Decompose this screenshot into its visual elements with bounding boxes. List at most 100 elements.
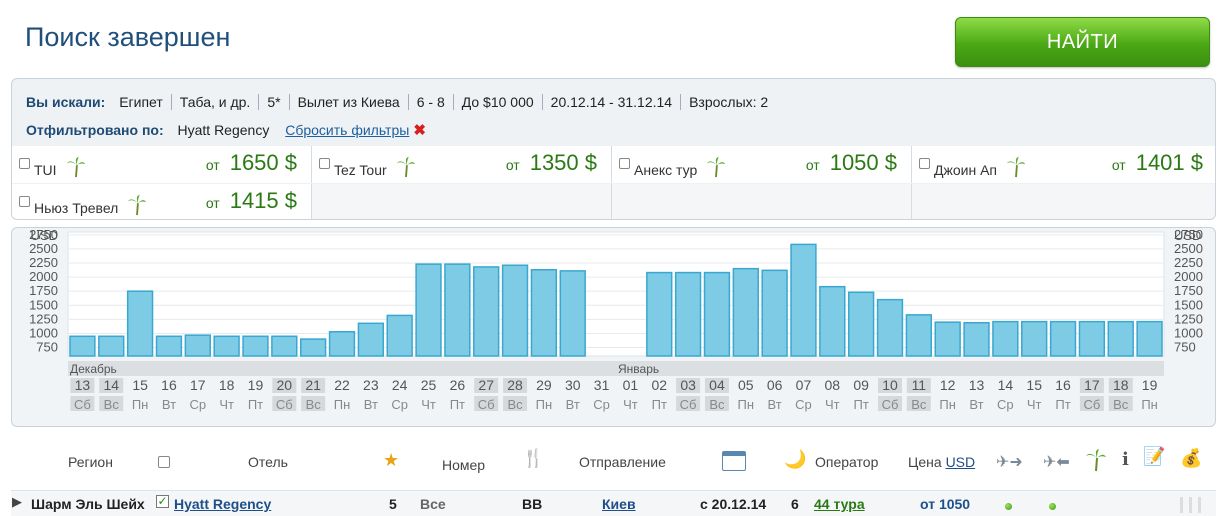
operator-cell[interactable]: Tez Tour от 1350 $	[312, 146, 612, 183]
day-label: 15	[1026, 377, 1042, 393]
operator-cell[interactable]: Ньюз Тревел от 1415 $	[12, 184, 312, 219]
price-bar	[69, 335, 96, 357]
filter-value: Hyatt Regency	[177, 122, 270, 138]
row-hotel-link[interactable]: Hyatt Regency	[174, 496, 271, 512]
search-criterion: Взрослых: 2	[680, 94, 777, 110]
price-bar	[242, 335, 269, 357]
calendar-icon[interactable]	[722, 451, 746, 471]
palm-icon	[395, 156, 417, 181]
notepad-icon[interactable]: 📝	[1143, 446, 1165, 467]
weekday-label: Вт	[969, 397, 983, 412]
row-city-link[interactable]: Киев	[602, 496, 636, 512]
col-price[interactable]: Цена USD	[908, 454, 975, 470]
coins-icon[interactable]: 💰	[1180, 448, 1202, 469]
operator-name: TUI	[34, 156, 87, 181]
flight-back-icon[interactable]: ✈⬅	[1043, 452, 1070, 472]
month-label: Декабрь	[70, 362, 117, 376]
row-date: с 20.12.14	[700, 496, 767, 512]
row-tours-link[interactable]: 44 тура	[814, 496, 865, 512]
operator-checkbox[interactable]	[919, 158, 930, 169]
col-hotel[interactable]: Отель	[248, 454, 288, 470]
price-bar	[299, 338, 327, 357]
weekday-label: Ср	[391, 397, 408, 412]
y-tick-label-right: 2500	[1174, 241, 1203, 256]
row-checkbox[interactable]: ✓	[156, 495, 169, 508]
weekday-label: Вт	[162, 397, 176, 412]
col-operator[interactable]: Оператор	[815, 454, 878, 470]
search-criterion: 20.12.14 - 31.12.14	[541, 94, 681, 110]
price-bar	[328, 331, 356, 357]
signal-icon	[1177, 497, 1207, 513]
day-label: 31	[594, 377, 610, 393]
price-bar	[98, 335, 125, 357]
table-row[interactable]: ▶ Шарм Эль Шейх ✓ Hyatt Regency 5 Все BB…	[11, 490, 1216, 516]
operator-checkbox[interactable]	[19, 158, 30, 169]
info-icon[interactable]: i	[1122, 449, 1129, 470]
weekday-label: Чт	[623, 397, 638, 412]
day-label: 29	[536, 377, 552, 393]
currency-link[interactable]: USD	[946, 454, 976, 470]
reset-filters-icon[interactable]: ✖	[413, 122, 426, 139]
operator-checkbox[interactable]	[619, 158, 630, 169]
day-label: 07	[796, 377, 812, 393]
col-region[interactable]: Регион	[68, 454, 113, 470]
day-label: 25	[421, 377, 437, 393]
operator-cell[interactable]: Анекс тур от 1050 $	[612, 146, 912, 183]
search-criterion: Египет	[119, 94, 163, 110]
y-tick-label-right: 2250	[1174, 255, 1203, 270]
weekday-label: Пт	[854, 397, 869, 412]
operator-cell[interactable]: TUI от 1650 $	[12, 146, 312, 183]
operator-price: от 1050 $	[805, 150, 897, 175]
weekday-label: Ср	[795, 397, 812, 412]
flight-out-icon[interactable]: ✈➜	[996, 452, 1023, 472]
col-departure[interactable]: Отправление	[579, 454, 666, 470]
operator-price: от 1401 $	[1111, 150, 1203, 175]
operator-cell[interactable]: Джоин Ап от 1401 $	[912, 146, 1215, 183]
price-bar	[732, 267, 759, 357]
palm-icon[interactable]	[1085, 448, 1107, 477]
filter-label: Отфильтровано по:	[26, 122, 164, 138]
price-bar	[703, 271, 731, 357]
y-tick-label: 1250	[29, 311, 58, 326]
palm-icon	[1005, 156, 1027, 181]
price-bar	[876, 298, 904, 357]
price-bar	[415, 263, 442, 357]
row-price: от 1050	[920, 496, 971, 512]
select-all-checkbox[interactable]	[158, 456, 170, 468]
find-button[interactable]: НАЙТИ	[955, 17, 1210, 67]
operator-price: от 1415 $	[205, 188, 297, 213]
row-nights: 6	[791, 496, 799, 512]
moon-icon[interactable]: 🌙	[784, 449, 806, 470]
weekday-label: Вт	[566, 397, 580, 412]
operator-checkbox[interactable]	[19, 196, 30, 207]
col-room[interactable]: Номер	[442, 457, 485, 473]
day-label: 03	[680, 377, 696, 393]
day-label: 13	[75, 377, 91, 393]
month-label: Январь	[618, 362, 659, 376]
row-region: Шарм Эль Шейх	[31, 496, 145, 512]
results-table: Регион Отель ★ Номер 🍴 Отправление 🌙 Опе…	[0, 440, 1219, 516]
day-label: 14	[998, 377, 1014, 393]
search-summary-panel: Вы искали: Египет Таба, и др. 5* Вылет из К…	[11, 78, 1216, 220]
y-tick-label: 2250	[29, 255, 58, 270]
price-bar	[1136, 320, 1163, 357]
price-calendar-chart: 750 750 1000 1000 1250 1250 1500 1500 1750 1750 20…	[11, 227, 1216, 427]
day-label: 12	[940, 377, 956, 393]
price-bar	[473, 266, 500, 357]
reset-filters-link[interactable]: Сбросить фильтры	[285, 122, 409, 138]
fork-knife-icon[interactable]: 🍴	[522, 448, 544, 469]
day-label: 21	[305, 377, 321, 393]
operator-cell-empty	[312, 184, 612, 219]
day-label: 05	[738, 377, 754, 393]
day-label: 22	[334, 377, 350, 393]
price-bar	[1107, 320, 1134, 357]
weekday-label: Вт	[768, 397, 782, 412]
star-icon[interactable]: ★	[383, 450, 399, 471]
day-label: 18	[1113, 377, 1129, 393]
y-tick-label-right: 1500	[1174, 297, 1203, 312]
search-criterion: 6 - 8	[407, 94, 453, 110]
weekday-label: Вс	[306, 397, 322, 412]
expand-arrow-icon[interactable]: ▶	[12, 494, 22, 510]
operator-checkbox[interactable]	[319, 158, 330, 169]
weekday-label: Пн	[536, 397, 553, 412]
